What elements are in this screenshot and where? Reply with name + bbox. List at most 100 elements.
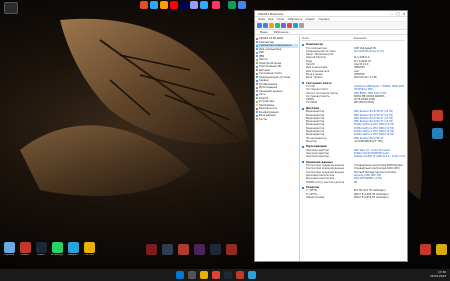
section-icon <box>302 145 304 148</box>
game-shortcut-icon[interactable] <box>210 244 221 255</box>
detail-row[interactable]: Дата / Время 2023-09-29 / 17:36 <box>302 76 405 79</box>
menu-file[interactable]: Файл <box>258 18 265 21</box>
file-explorer-icon[interactable] <box>200 271 208 279</box>
driver-update-icon[interactable] <box>299 23 304 28</box>
game-shortcut-icon[interactable] <box>146 244 157 255</box>
field-value: LG ULTRAGEAR [27" IPS] <box>353 139 383 143</box>
tab-favorites[interactable]: Избранное <box>272 31 291 34</box>
column-field[interactable]: Поле <box>302 37 354 40</box>
aida64-shortcut-icon[interactable] <box>20 242 31 253</box>
field-value-link[interactable]: Realtek ALC897 @ AMD K19.2 - Audio Contr… <box>354 155 406 158</box>
telegram-taskbar-icon[interactable] <box>248 271 256 279</box>
tree-node-icon <box>256 107 258 110</box>
game-shortcut-icon[interactable] <box>162 244 173 255</box>
menu-favorites[interactable]: Избранное <box>288 18 303 21</box>
navigation-tree: AIDA64 v6.80.6200 Компьютер Суммарная инфо… <box>255 36 300 261</box>
tree-node-icon <box>256 118 258 121</box>
tree-node-icon <box>256 48 258 51</box>
detail-pane: Поле Значение Компьютер Тип компьютера ACP… <box>300 36 407 261</box>
right-desktop-icon[interactable] <box>436 244 447 255</box>
tree-node-icon <box>256 100 258 103</box>
lightroom-icon[interactable] <box>200 1 208 9</box>
app-icon-3[interactable] <box>212 1 220 9</box>
right-desktop-icon[interactable] <box>432 110 443 121</box>
refresh-icon[interactable] <box>275 23 280 28</box>
premiere-icon[interactable] <box>190 1 198 9</box>
aida64-window: AIDA64 Business – □ × Файл Вид Отчёт Изб… <box>254 10 408 262</box>
telegram-icon[interactable] <box>68 242 79 253</box>
app-icon-1[interactable] <box>140 1 148 9</box>
right-desktop-icon[interactable] <box>420 244 431 255</box>
tree-node-icon <box>256 76 258 79</box>
game-shortcut-icon[interactable] <box>226 244 237 255</box>
bios-update-icon[interactable] <box>293 23 298 28</box>
app-icon-4[interactable] <box>228 1 236 9</box>
tree-node-icon <box>256 65 258 68</box>
detail-row[interactable]: SMART-статус жёстких дисков OK <box>302 181 405 184</box>
chrome-icon[interactable] <box>84 242 95 253</box>
recycle-bin-icon[interactable] <box>4 242 15 253</box>
detail-row[interactable]: Общий размер 2816 ГБ (1616 ГБ свободно) <box>302 196 405 199</box>
section-icon <box>302 107 304 110</box>
tree-node-icon <box>256 58 258 61</box>
menu-help[interactable]: Справка <box>318 18 329 21</box>
acrobat-icon[interactable] <box>170 1 178 9</box>
field-value: OK <box>353 180 357 184</box>
forward-icon[interactable] <box>263 23 268 28</box>
menu-view[interactable]: Вид <box>268 18 273 21</box>
game-shortcut-icon[interactable] <box>178 244 189 255</box>
right-desktop-icon[interactable] <box>432 128 443 139</box>
detail-row[interactable]: Звуковой адаптер Realtek ALC897 @ AMD K19… <box>302 155 405 158</box>
system-clock[interactable]: 17:36 29.09.2023 <box>430 270 446 278</box>
tree-node-icon <box>256 111 258 114</box>
start-icon[interactable] <box>176 271 184 279</box>
field-name: SMART-статус жёстких дисков <box>306 180 345 184</box>
toolbar <box>255 22 407 30</box>
tree-node-icon <box>256 37 258 40</box>
tree-node-icon <box>256 51 258 54</box>
tree-item[interactable]: Тесты <box>256 118 298 122</box>
field-name: Звуковой адаптер <box>306 155 329 159</box>
after-effects-icon[interactable] <box>180 1 188 9</box>
chrome-taskbar-icon[interactable] <box>212 271 220 279</box>
menu-report[interactable]: Отчёт <box>276 18 284 21</box>
tree-node-icon <box>256 93 258 96</box>
user-icon[interactable] <box>281 23 286 28</box>
this-pc-icon[interactable] <box>4 2 18 14</box>
detail-row[interactable]: Монитор LG ULTRAGEAR [27" IPS] <box>302 140 405 143</box>
section-icon <box>302 186 304 189</box>
tab-bar: Меню Избранное <box>255 30 407 35</box>
section-icon <box>302 43 304 46</box>
steam-icon[interactable] <box>36 242 47 253</box>
game-shortcut-icon[interactable] <box>194 244 205 255</box>
app-icon-5[interactable] <box>238 1 246 9</box>
close-icon[interactable]: × <box>401 11 407 17</box>
menu-tools[interactable]: Сервис <box>305 18 315 21</box>
detail-sections: Компьютер Тип компьютера ACPI x64-based PC… <box>302 43 405 199</box>
aida64-taskbar-icon[interactable] <box>236 271 244 279</box>
up-icon[interactable] <box>269 23 274 28</box>
column-value[interactable]: Значение <box>354 37 406 40</box>
illustrator-icon[interactable] <box>160 1 168 9</box>
steam-taskbar-icon[interactable] <box>224 271 232 279</box>
tree-node-icon <box>256 72 258 75</box>
tree-node-icon <box>256 79 258 82</box>
field-name: Общий размер <box>306 195 325 199</box>
tree-item-label: Тесты <box>259 117 267 121</box>
tree-node-icon <box>256 90 258 93</box>
tree-node-icon <box>256 86 258 89</box>
field-name: Дата / Время <box>306 76 323 80</box>
detail-row[interactable]: Тип BIOS AMI (08/17/2023) <box>302 101 405 104</box>
search-icon[interactable] <box>188 271 196 279</box>
back-icon[interactable] <box>257 23 262 28</box>
tab-menu[interactable]: Меню <box>258 31 270 34</box>
tree-node-icon <box>256 114 258 117</box>
detail-header: Поле Значение <box>302 37 405 41</box>
taskbar: 17:36 29.09.2023 <box>0 269 450 281</box>
clock-date: 29.09.2023 <box>429 274 446 278</box>
whatsapp-icon[interactable] <box>52 242 63 253</box>
report-icon[interactable] <box>287 23 292 28</box>
tree-node-icon <box>256 97 258 100</box>
app-icon-2[interactable] <box>150 1 158 9</box>
tree-node-icon <box>256 55 258 58</box>
